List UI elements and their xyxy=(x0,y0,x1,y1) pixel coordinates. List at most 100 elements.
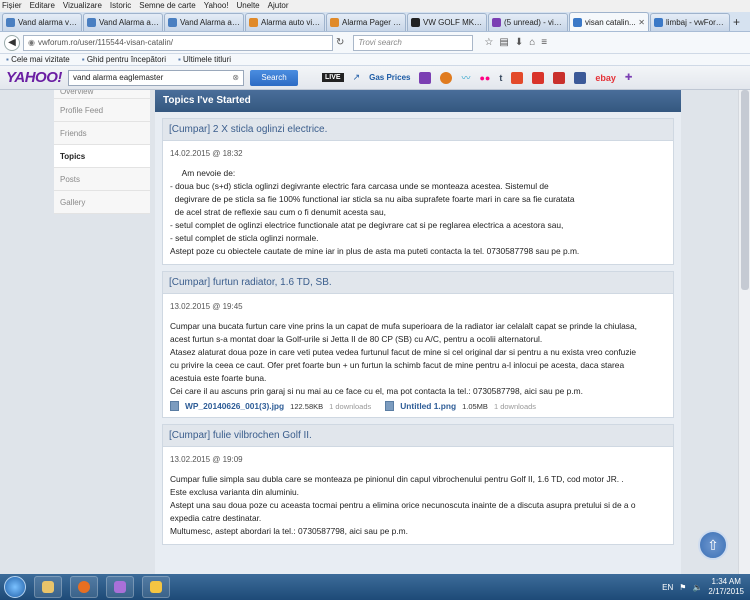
yahoo-messenger-icon[interactable] xyxy=(106,576,134,598)
tab-label: Vand Alarma au... xyxy=(99,18,159,27)
yahoo-logo[interactable]: YAHOO! xyxy=(6,69,62,86)
menu-view[interactable]: Vizualizare xyxy=(63,0,102,12)
menu-help[interactable]: Ajutor xyxy=(268,0,289,12)
ebay-icon[interactable]: ebay xyxy=(595,73,616,83)
start-button[interactable] xyxy=(4,576,26,598)
menu-bookmarks[interactable]: Semne de carte xyxy=(139,0,195,12)
plus-icon[interactable]: ✚ xyxy=(625,72,633,83)
clock[interactable]: 1:34 AM 2/17/2015 xyxy=(708,577,744,597)
clear-icon[interactable]: ⊗ xyxy=(232,73,239,82)
browser-tab[interactable]: Alarma Pager Vi... xyxy=(326,13,406,31)
sidebar-item-topics[interactable]: Topics xyxy=(54,145,150,168)
sidebar-item-gallery[interactable]: Gallery xyxy=(54,191,150,214)
flag-icon[interactable]: ⚑ xyxy=(679,583,686,592)
menu-edit[interactable]: Editare xyxy=(30,0,55,12)
profile-sidebar: Overview Profile Feed Friends Topics Posts Ga… xyxy=(54,90,150,214)
star-icon[interactable]: ☆ xyxy=(484,37,493,48)
bookmark-icon[interactable] xyxy=(553,71,566,84)
file-icon xyxy=(385,401,395,411)
file-icon xyxy=(170,401,179,411)
yahoo-search-button[interactable]: Search xyxy=(250,69,298,86)
menu-history[interactable]: Istoric xyxy=(110,0,131,12)
close-icon[interactable]: ✕ xyxy=(638,18,645,27)
language-indicator[interactable]: EN xyxy=(662,583,673,592)
yahoo-search-input[interactable]: vand alarma eaglemaster ⊗ xyxy=(68,69,244,86)
menu-yahoo[interactable]: Yahoo! xyxy=(204,0,229,12)
topic-body: 13.02.2015 @ 19:09 Cumpar fulie simpla sa… xyxy=(163,447,673,544)
home-icon[interactable]: ⌂ xyxy=(529,37,535,48)
attachment-list: WP_20140626_001(3).jpg 122.58KB 1 download… xyxy=(170,401,666,411)
scrollbar-thumb[interactable] xyxy=(741,90,749,290)
tumblr-icon[interactable]: t xyxy=(499,73,502,83)
attachment-link[interactable]: WP_20140626_001(3).jpg xyxy=(185,401,284,411)
flickr-icon[interactable]: ●● xyxy=(480,73,491,83)
back-button[interactable]: ◀ xyxy=(4,34,20,51)
new-tab-button[interactable]: + xyxy=(733,13,747,31)
nav-icons: ☆ ▤ ⬇ ⌂ ≡ xyxy=(484,37,547,48)
search-input[interactable]: Trovi search xyxy=(353,34,474,51)
tab-label: (5 unread) - visa... xyxy=(504,18,564,27)
sidebar-item-posts[interactable]: Posts xyxy=(54,168,150,191)
clock-time: 1:34 AM xyxy=(711,577,741,586)
sidebar-item-friends[interactable]: Friends xyxy=(54,122,150,145)
menu-file[interactable]: Fișier xyxy=(2,0,22,12)
bookmark-most-visited[interactable]: Cele mai vizitate xyxy=(6,55,70,64)
volume-icon[interactable]: 🔈 xyxy=(692,583,702,592)
bookmark-latest-headlines[interactable]: Ultimele titluri xyxy=(178,55,231,64)
tab-favicon-icon xyxy=(411,18,420,27)
clipboard-icon[interactable]: ▤ xyxy=(499,37,508,48)
sidebar-item-overview[interactable]: Overview xyxy=(54,90,150,99)
tab-label: Alarma auto vip... xyxy=(261,18,321,27)
topic-date: 13.02.2015 @ 19:45 xyxy=(170,302,243,311)
yahoo-toolbar: YAHOO! vand alarma eaglemaster ⊗ Search … xyxy=(0,66,750,90)
system-tray: EN ⚑ 🔈 1:34 AM 2/17/2015 xyxy=(662,577,750,597)
tab-favicon-icon xyxy=(6,18,15,27)
url-bar[interactable]: ◉ vwforum.ro/user/115544-visan-catalin/ xyxy=(23,34,333,51)
browser-tab[interactable]: Vand Alarma au... xyxy=(164,13,244,31)
tab-favicon-icon xyxy=(249,18,258,27)
attachment-size: 122.58KB xyxy=(290,401,324,411)
sidebar-item-profile-feed[interactable]: Profile Feed xyxy=(54,99,150,122)
browser-tab[interactable]: (5 unread) - visa... xyxy=(488,13,568,31)
mail-icon[interactable] xyxy=(419,71,432,84)
browser-tab[interactable]: Alarma auto vip... xyxy=(245,13,325,31)
tab-favicon-icon xyxy=(168,18,177,27)
scrollbar[interactable] xyxy=(738,90,750,574)
browser-tab[interactable]: visan catalin... ✕ xyxy=(569,12,649,31)
attachment-link[interactable]: Untitled 1.png xyxy=(400,401,456,411)
back-to-top-button[interactable]: ⇧ xyxy=(698,530,728,560)
explorer-icon[interactable] xyxy=(34,576,62,598)
notifications-icon[interactable] xyxy=(532,71,545,84)
browser-tab[interactable]: Vand alarma vip... xyxy=(2,13,82,31)
finance-icon[interactable]: 〰 xyxy=(461,71,470,84)
tab-label: VW GOLF MK2 ... xyxy=(423,18,483,27)
news-icon[interactable] xyxy=(511,71,524,84)
topic-card: [Cumpar] furtun radiator, 1.6 TD, SB. 13.… xyxy=(162,271,674,418)
browser-tab[interactable]: VW GOLF MK2 ... xyxy=(407,13,487,31)
topic-date: 14.02.2015 @ 18:32 xyxy=(170,149,243,158)
bookmark-getting-started[interactable]: Ghid pentru începători xyxy=(82,55,166,64)
refresh-icon[interactable]: ↻ xyxy=(336,37,344,48)
gas-prices-link[interactable]: Gas Prices xyxy=(369,73,410,82)
tab-label: Vand Alarma au... xyxy=(180,18,240,27)
menu-tools[interactable]: Unelte xyxy=(237,0,260,12)
chart-icon[interactable]: ↗ xyxy=(353,72,361,83)
sports-icon[interactable] xyxy=(440,71,453,84)
firefox-icon[interactable] xyxy=(70,576,98,598)
arrow-up-icon: ⇧ xyxy=(707,536,719,553)
topic-title-link[interactable]: [Cumpar] furtun radiator, 1.6 TD, SB. xyxy=(163,272,673,294)
topics-panel: Topics I've Started [Cumpar] 2 X sticla … xyxy=(155,90,681,574)
menu-icon[interactable]: ≡ xyxy=(541,37,547,48)
browser-tab[interactable]: Vand Alarma au... xyxy=(83,13,163,31)
topic-body: 14.02.2015 @ 18:32 Am nevoie de: - doua … xyxy=(163,141,673,264)
facebook-icon[interactable] xyxy=(574,71,587,84)
live-icon[interactable]: LIVE xyxy=(322,73,344,82)
browser-tab[interactable]: limbaj - vwForum... xyxy=(650,13,730,31)
games-icon[interactable] xyxy=(142,576,170,598)
topic-title-link[interactable]: [Cumpar] 2 X sticla oglinzi electrice. xyxy=(163,119,673,141)
topic-title-link[interactable]: [Cumpar] fulie vilbrochen Golf II. xyxy=(163,425,673,447)
bookmarks-bar: Cele mai vizitate Ghid pentru începători… xyxy=(0,54,750,66)
download-icon[interactable]: ⬇ xyxy=(515,37,523,48)
tab-label: Alarma Pager Vi... xyxy=(342,18,402,27)
menu-bar: Fișier Editare Vizualizare Istoric Semne… xyxy=(0,0,750,12)
